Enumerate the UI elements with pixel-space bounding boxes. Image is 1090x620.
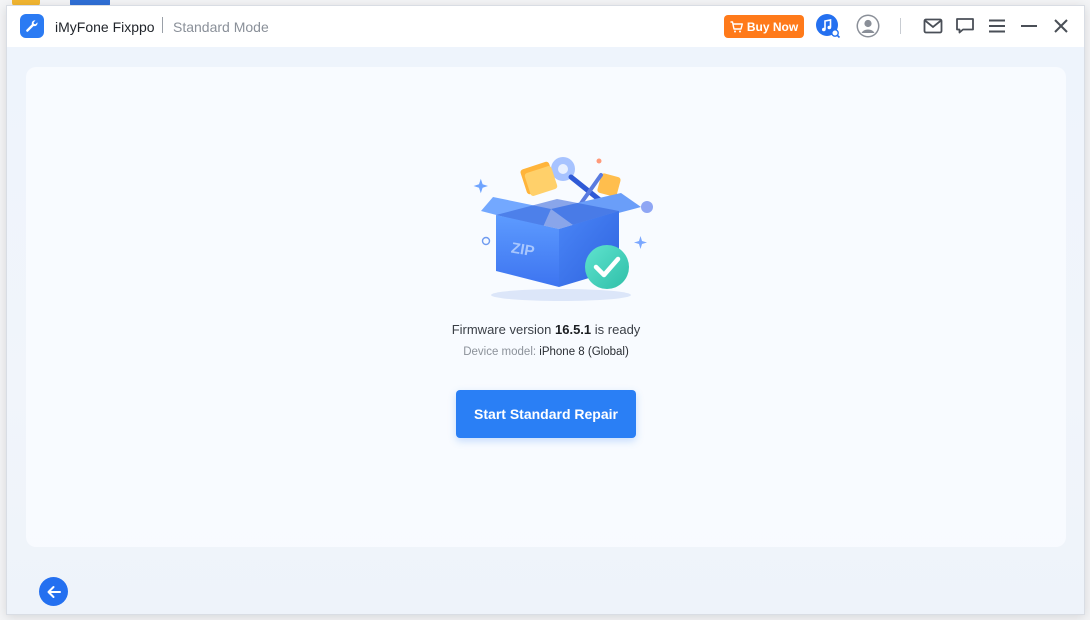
- firmware-ready-panel: ZIP Firmware version 16.5.1 is ready Dev…: [26, 67, 1066, 547]
- firmware-status-text: Firmware version 16.5.1 is ready: [26, 322, 1066, 337]
- toolbar-divider: [900, 18, 901, 34]
- firmware-suffix: is ready: [594, 322, 641, 337]
- title-bar: iMyFone Fixppo Standard Mode Buy Now: [7, 6, 1084, 47]
- feedback-icon[interactable]: [952, 13, 978, 39]
- music-search-icon[interactable]: [815, 13, 841, 39]
- menu-icon[interactable]: [984, 13, 1010, 39]
- firmware-box-illustration: ZIP: [473, 157, 653, 301]
- main-content: ZIP Firmware version 16.5.1 is ready Dev…: [7, 47, 1084, 614]
- app-window: iMyFone Fixppo Standard Mode Buy Now ZIP…: [6, 5, 1085, 615]
- title-separator: [162, 17, 163, 33]
- start-standard-repair-button[interactable]: Start Standard Repair: [456, 390, 636, 438]
- device-model-value: iPhone 8 (Global): [539, 346, 629, 358]
- device-model-label: Device model:: [463, 346, 537, 358]
- buy-now-label: Buy Now: [746, 19, 799, 34]
- buy-now-button[interactable]: Buy Now: [724, 15, 804, 38]
- minimize-icon[interactable]: [1016, 13, 1042, 39]
- device-model-text: Device model: iPhone 8 (Global): [26, 346, 1066, 358]
- firmware-prefix: Firmware version: [451, 322, 552, 337]
- close-icon[interactable]: [1048, 13, 1074, 39]
- mode-label: Standard Mode: [173, 19, 269, 35]
- user-avatar-icon[interactable]: [855, 13, 881, 39]
- app-logo-icon: [20, 14, 44, 38]
- mail-icon[interactable]: [920, 13, 946, 39]
- app-title: iMyFone Fixppo: [55, 19, 155, 35]
- back-arrow-icon[interactable]: [39, 577, 68, 606]
- firmware-version: 16.5.1: [555, 322, 592, 337]
- cart-icon: [730, 20, 743, 32]
